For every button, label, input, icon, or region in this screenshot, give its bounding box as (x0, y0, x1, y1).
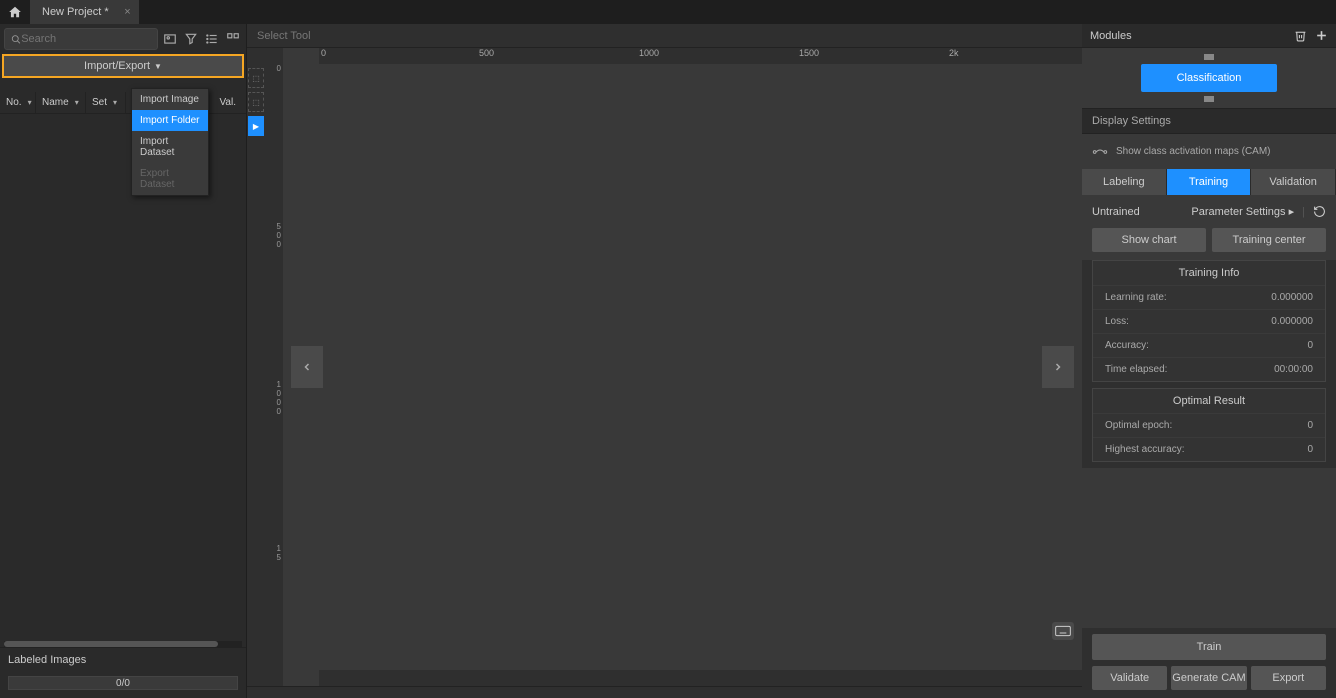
chevron-left-icon (301, 358, 313, 376)
parameter-settings-link[interactable]: Parameter Settings ▸ (1191, 205, 1294, 218)
loss-value: 0.000000 (1271, 316, 1313, 327)
home-icon (8, 5, 22, 19)
canvas-bottom-bar (247, 686, 1082, 698)
tab-labeling[interactable]: Labeling (1082, 169, 1167, 195)
image-table-body (0, 114, 246, 641)
chevron-down-icon: ▼ (154, 62, 162, 71)
image-tool-icon[interactable] (161, 30, 179, 48)
next-image-button[interactable] (1042, 346, 1074, 388)
import-export-menu: Import Image Import Folder Import Datase… (131, 88, 209, 196)
modules-title: Modules (1090, 30, 1132, 42)
delete-module-button[interactable] (1294, 29, 1307, 42)
accuracy-value: 0 (1307, 340, 1313, 351)
export-button[interactable]: Export (1251, 666, 1326, 690)
train-button[interactable]: Train (1092, 634, 1326, 660)
prev-image-button[interactable] (291, 346, 323, 388)
cam-label: Show class activation maps (CAM) (1116, 146, 1271, 157)
labeled-progress: 0/0 (8, 676, 238, 690)
filter-icon[interactable] (182, 30, 200, 48)
trash-icon (1294, 29, 1307, 42)
project-tab[interactable]: New Project * × (30, 0, 139, 24)
canvas-toolbar: Select Tool (247, 24, 1082, 48)
keyboard-shortcut-button[interactable] (1052, 622, 1074, 640)
close-icon[interactable]: × (124, 6, 130, 18)
menu-import-image[interactable]: Import Image (132, 89, 208, 110)
module-classification[interactable]: Classification (1141, 64, 1278, 92)
training-info-panel: Training Info Learning rate:0.000000 Los… (1092, 260, 1326, 382)
cam-toggle-icon[interactable] (1092, 147, 1108, 157)
chevron-right-icon: ▸ (1289, 206, 1295, 218)
vertical-tool-column: ⬚ ⬚ ▶ (247, 64, 265, 670)
reset-button[interactable] (1313, 205, 1326, 218)
menu-export-dataset: Export Dataset (132, 163, 208, 195)
validate-button[interactable]: Validate (1092, 666, 1167, 690)
training-status: Untrained (1092, 206, 1140, 218)
search-input[interactable] (21, 33, 151, 45)
optimal-result-header: Optimal Result (1093, 389, 1325, 414)
list-icon[interactable] (203, 30, 221, 48)
learning-rate-value: 0.000000 (1271, 292, 1313, 303)
import-export-button[interactable]: Import/Export ▼ (2, 54, 244, 78)
add-module-button[interactable] (1315, 29, 1328, 42)
import-export-label: Import/Export (84, 60, 150, 72)
optimal-epoch-value: 0 (1307, 420, 1313, 431)
display-settings-header: Display Settings (1082, 108, 1336, 134)
canvas-viewport[interactable] (283, 64, 1082, 670)
vtool-1[interactable]: ⬚ (248, 68, 264, 88)
bottom-ruler (319, 670, 1082, 686)
show-chart-button[interactable]: Show chart (1092, 228, 1206, 252)
column-name[interactable]: Name (36, 92, 86, 113)
search-icon (11, 34, 21, 45)
labeled-images-header: Labeled Images (0, 647, 246, 672)
generate-cam-button[interactable]: Generate CAM (1171, 666, 1246, 690)
menu-import-folder[interactable]: Import Folder (132, 110, 208, 131)
vertical-ruler: 0 500 1000 15 (265, 64, 283, 670)
project-tab-label: New Project * (42, 6, 109, 18)
reset-icon (1313, 205, 1326, 218)
horizontal-ruler: 0 500 1000 1500 2k 25 (319, 48, 1082, 64)
home-button[interactable] (0, 0, 30, 24)
tab-training[interactable]: Training (1167, 169, 1252, 195)
vtool-2[interactable]: ⬚ (248, 92, 264, 112)
optimal-result-panel: Optimal Result Optimal epoch:0 Highest a… (1092, 388, 1326, 462)
plus-icon (1315, 29, 1328, 42)
highest-accuracy-value: 0 (1307, 444, 1313, 455)
training-info-header: Training Info (1093, 261, 1325, 286)
search-input-container[interactable] (4, 28, 158, 50)
menu-import-dataset[interactable]: Import Dataset (132, 131, 208, 163)
vtool-3-active[interactable]: ▶ (248, 116, 264, 136)
column-no[interactable]: No. (0, 92, 36, 113)
time-elapsed-value: 00:00:00 (1274, 364, 1313, 375)
module-connector-bottom (1204, 96, 1214, 102)
training-center-button[interactable]: Training center (1212, 228, 1326, 252)
settings-icon[interactable] (224, 30, 242, 48)
tab-validation[interactable]: Validation (1251, 169, 1336, 195)
chevron-right-icon (1052, 358, 1064, 376)
column-set[interactable]: Set (86, 92, 126, 113)
keyboard-icon (1055, 625, 1071, 637)
module-connector-top (1204, 54, 1214, 60)
select-tool-label: Select Tool (257, 30, 311, 42)
